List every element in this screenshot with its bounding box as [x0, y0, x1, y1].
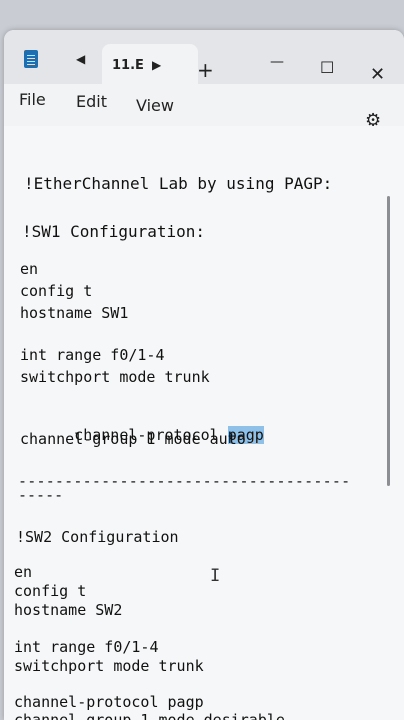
- text-line-3: en: [20, 260, 39, 278]
- text-line-18: channel-protocol pagp: [14, 693, 204, 711]
- text-line-16: int range f0/1-4: [14, 638, 159, 656]
- text-line-12: !SW2 Configuration: [16, 528, 179, 546]
- menu-view[interactable]: View: [136, 96, 174, 115]
- text-line-17: switchport mode trunk: [14, 657, 204, 675]
- close-button[interactable]: ✕: [370, 64, 385, 85]
- tab-title: 11.E: [112, 58, 144, 73]
- text-cursor-icon: I: [210, 566, 221, 586]
- text-line-13: en: [14, 563, 33, 581]
- notepad-window: ◀ 11.E ▶ + — ☐ ✕ File Edit View ⚙ !Ether…: [4, 30, 404, 720]
- menu-edit[interactable]: Edit: [76, 92, 107, 111]
- notepad-app-icon: [24, 50, 38, 68]
- text-line-19: channel-group 1 mode desirable: [14, 711, 285, 720]
- text-line-14: config t: [14, 582, 87, 600]
- text-line-9: channel-group 1 mode auto: [20, 430, 246, 448]
- maximize-button[interactable]: ☐: [320, 58, 334, 77]
- menu-file[interactable]: File: [19, 90, 46, 109]
- text-line-7: switchport mode trunk: [20, 368, 210, 386]
- menu-bar: File Edit View ⚙: [4, 84, 404, 131]
- text-line-4: config t: [20, 282, 93, 300]
- text-line-10: ------------------------------------: [18, 472, 351, 490]
- vertical-scrollbar[interactable]: [387, 196, 390, 486]
- text-editor[interactable]: !EtherChannel Lab by using PAGP: !SW1 Co…: [4, 126, 404, 720]
- text-line-5: hostname SW1: [20, 304, 129, 322]
- minimize-button[interactable]: —: [270, 54, 284, 70]
- text-line-11: -----: [18, 486, 64, 504]
- text-line-1: !EtherChannel Lab by using PAGP:: [24, 174, 333, 193]
- text-line-15: hostname SW2: [14, 601, 123, 619]
- tab-active[interactable]: 11.E ▶: [102, 44, 198, 84]
- text-line-6: int range f0/1-4: [20, 346, 165, 364]
- scroll-tabs-left-icon[interactable]: ◀: [76, 52, 85, 66]
- new-tab-button[interactable]: +: [197, 58, 214, 82]
- scroll-tabs-right-icon[interactable]: ▶: [152, 58, 161, 72]
- text-line-2: !SW1 Configuration:: [22, 222, 206, 241]
- title-bar: ◀ 11.E ▶ + — ☐ ✕: [4, 30, 404, 85]
